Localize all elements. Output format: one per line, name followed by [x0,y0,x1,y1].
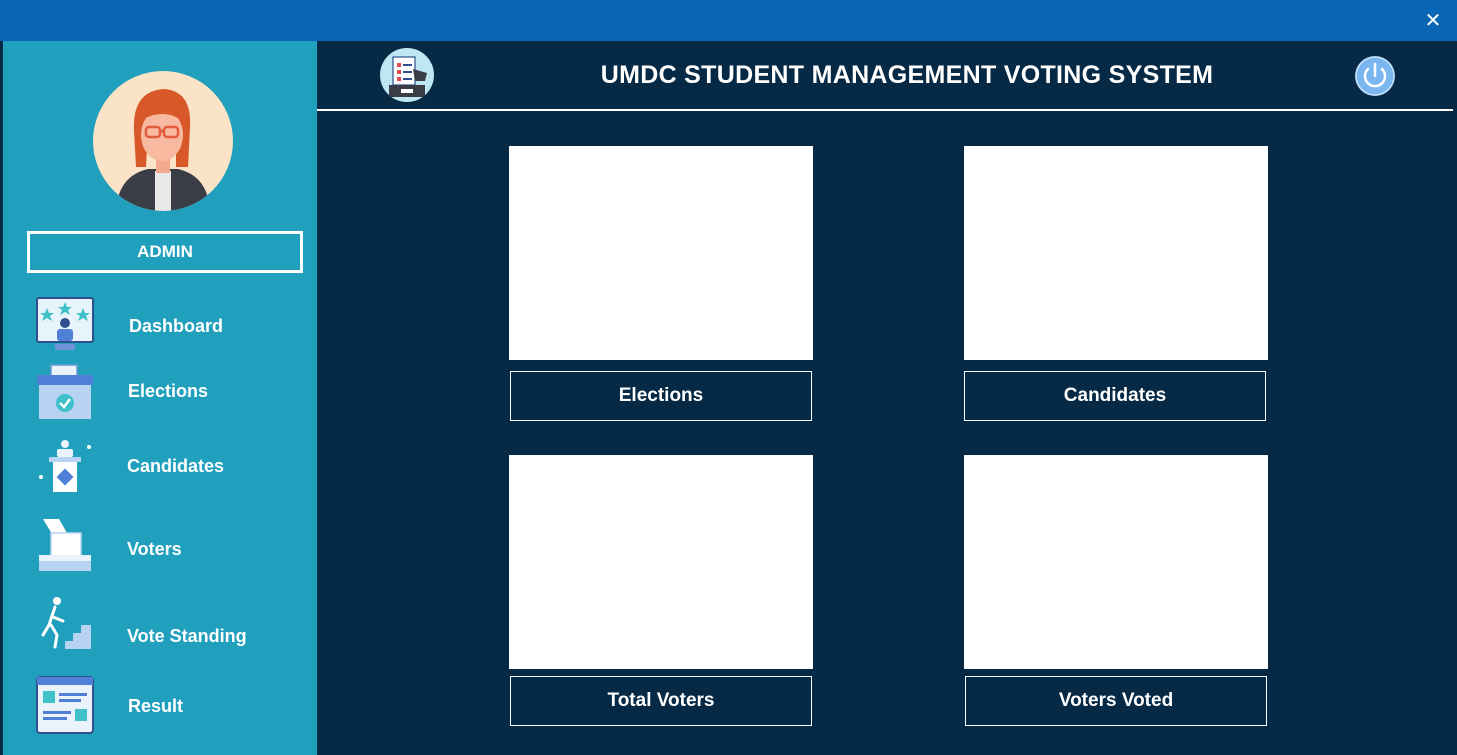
vote-logo-icon [380,48,434,102]
voter-hand-icon [39,519,91,571]
power-icon[interactable] [1355,56,1395,96]
role-badge: ADMIN [27,231,303,273]
sidebar-item-result[interactable]: Result [3,675,317,735]
sidebar-item-elections[interactable]: Elections [3,363,317,423]
result-board-icon [36,676,94,734]
app-header: UMDC STUDENT MANAGEMENT VOTING SYSTEM [317,41,1453,111]
sidebar-item-label: Elections [128,381,209,401]
close-icon[interactable]: ✕ [1423,10,1443,30]
sidebar-item-vote-standing[interactable]: Vote Standing [3,595,317,655]
sidebar-item-dashboard[interactable]: Dashboard [3,296,317,356]
admin-avatar [93,71,233,211]
main-content: UMDC STUDENT MANAGEMENT VOTING SYSTEM El… [317,41,1457,755]
voters-voted-button[interactable]: Voters Voted [965,676,1267,726]
candidates-panel [964,146,1268,360]
total-voters-button[interactable]: Total Voters [510,676,812,726]
voters-voted-panel [964,455,1268,669]
page-title: UMDC STUDENT MANAGEMENT VOTING SYSTEM [600,60,1214,89]
total-voters-panel [509,455,813,669]
ballot-box-icon [37,364,93,419]
dashboard-icon [36,297,94,350]
window-titlebar: ✕ [0,0,1457,41]
elections-button[interactable]: Elections [510,371,812,421]
sidebar-item-label: Voters [127,539,182,559]
stairs-runner-icon [41,597,91,649]
sidebar-item-label: Vote Standing [127,626,247,646]
sidebar-item-label: Candidates [127,456,225,476]
elections-panel [509,146,813,360]
sidebar-item-label: Result [128,696,184,716]
sidebar-item-label: Dashboard [129,316,224,336]
sidebar-item-candidates[interactable]: Candidates [3,437,317,497]
sidebar: ADMIN Dashboard Elections Candidates Vot… [3,41,317,755]
sidebar-item-voters[interactable]: Voters [3,515,317,575]
candidates-button[interactable]: Candidates [964,371,1266,421]
podium-icon [39,440,91,492]
